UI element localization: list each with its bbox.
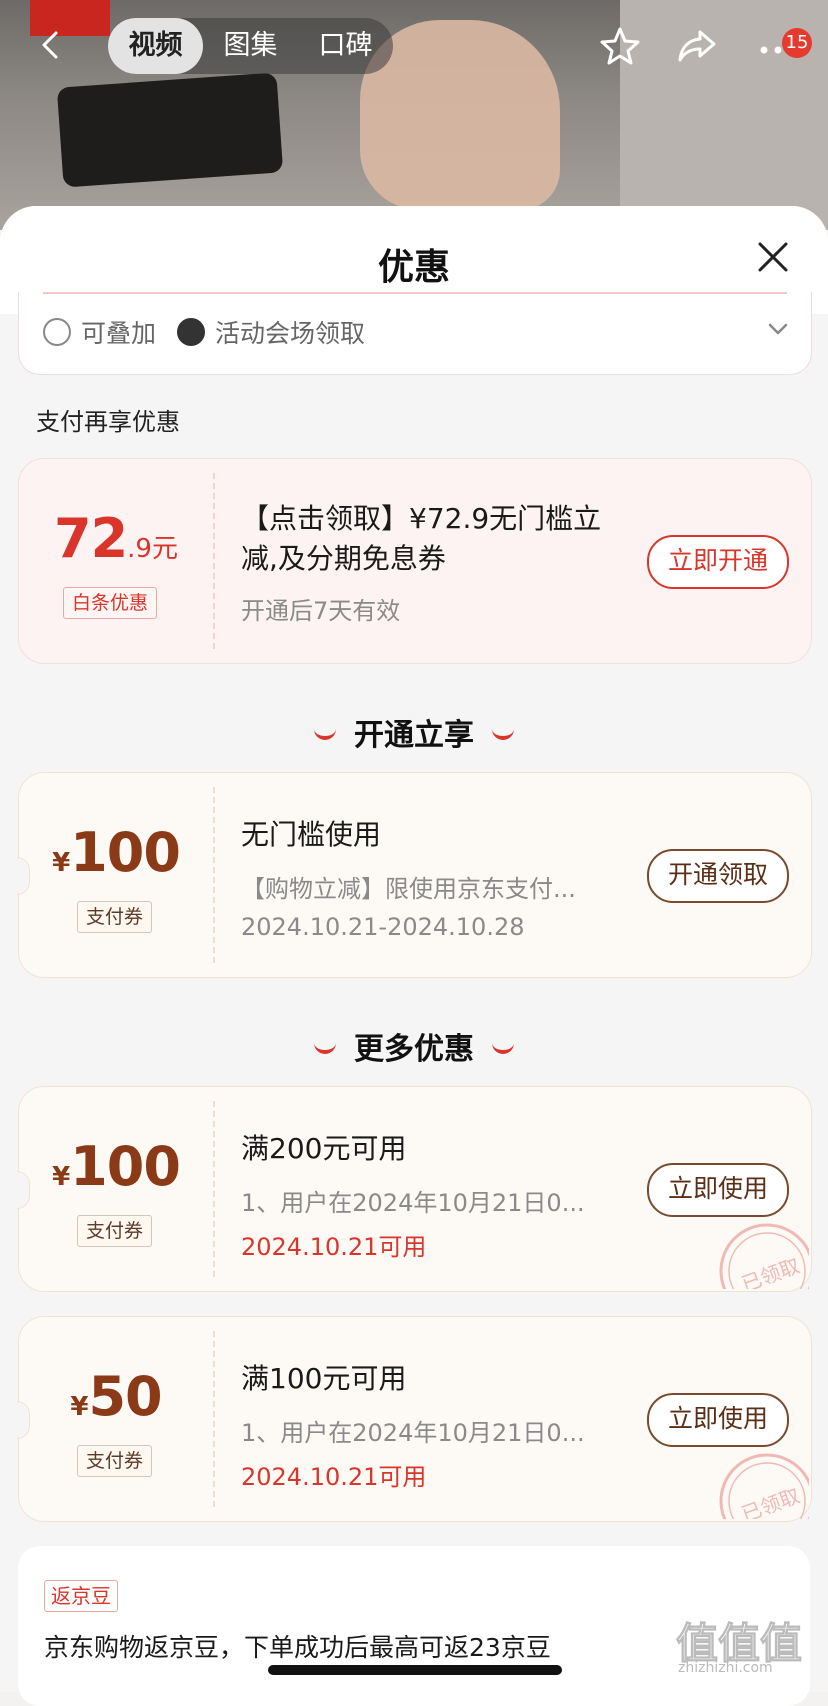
close-icon[interactable] — [756, 240, 790, 274]
coupon-amount: 72.9元 — [54, 507, 178, 570]
tab-reviews[interactable]: 口碑 — [298, 18, 393, 74]
hero-device-shape — [56, 72, 284, 188]
venue-icon — [177, 318, 205, 346]
coupon-desc: 【购物立减】限使用京东支付... — [241, 875, 576, 903]
claimed-stamp-icon: 已领取 — [719, 1223, 809, 1289]
use-now-button[interactable]: 立即使用 — [647, 1163, 789, 1217]
coupon-type-tag: 支付券 — [77, 901, 153, 933]
chevron-down-icon[interactable] — [767, 318, 789, 340]
use-now-button[interactable]: 立即使用 — [647, 1393, 789, 1447]
top-navigation-bar: 视频 图集 口碑 15 — [0, 14, 828, 78]
coupon-amount: ¥100 — [52, 821, 181, 884]
coupon-amount: ¥50 — [70, 1365, 162, 1428]
open-now-button[interactable]: 立即开通 — [647, 535, 789, 589]
coupon-amount: ¥100 — [52, 1135, 181, 1198]
coupon-title: 满200元可用 — [241, 1132, 407, 1165]
coupon-divider — [213, 473, 215, 649]
coupon-date: 2024.10.21可用 — [241, 1463, 427, 1491]
coupon-title: 满100元可用 — [241, 1362, 407, 1395]
coupon-desc: 1、用户在2024年10月21日0... — [241, 1419, 585, 1447]
section-title-open: 开通立享 — [0, 710, 828, 754]
previous-coupon-card[interactable]: 可叠加 活动会场领取 — [18, 292, 812, 375]
open-and-claim-button[interactable]: 开通领取 — [647, 849, 789, 903]
card-top-line — [43, 292, 787, 294]
stack-icon — [43, 318, 71, 346]
coupon-date: 2024.10.21可用 — [241, 1233, 427, 1261]
sheet-title: 优惠 — [377, 247, 450, 288]
watermark-url: zhizhizhi.com — [678, 1660, 773, 1676]
coupon-title: 无门槛使用 — [241, 818, 382, 851]
coupon-type-tag: 支付券 — [77, 1445, 153, 1477]
coupon-dates: 2024.10.21-2024.10.28 — [241, 913, 525, 941]
section-title-more: 更多优惠 — [0, 1024, 828, 1068]
tab-video[interactable]: 视频 — [108, 18, 203, 74]
media-tab-switcher: 视频 图集 口碑 — [108, 18, 393, 74]
section-label-payment: 支付再享优惠 — [36, 408, 180, 436]
baitiao-coupon-card[interactable]: 72.9元 白条优惠 【点击领取】¥72.9无门槛立减,及分期免息券 开通后7天… — [18, 458, 812, 664]
stackable-label: 可叠加 — [81, 319, 157, 348]
discount-sheet: 优惠 可叠加 活动会场领取 支付再享优惠 72.9元 白条优惠 【点击领取】¥7… — [0, 206, 828, 1706]
coupon-type-tag: 支付券 — [77, 1215, 153, 1247]
jingdou-tag: 返京豆 — [44, 1580, 118, 1612]
venue-label: 活动会场领取 — [215, 319, 366, 348]
stackable-chip: 可叠加 — [43, 314, 156, 350]
svg-text:已领取: 已领取 — [738, 1253, 803, 1289]
home-indicator[interactable] — [268, 1665, 562, 1675]
baitiao-tag: 白条优惠 — [63, 587, 158, 619]
coupon-validity: 开通后7天有效 — [241, 597, 401, 625]
coupon-title: 【点击领取】¥72.9无门槛立减,及分期免息券 — [241, 502, 602, 575]
jingdou-text: 京东购物返京豆，下单成功后最高可返23京豆 — [44, 1633, 551, 1662]
venue-chip: 活动会场领取 — [177, 314, 365, 350]
notification-badge: 15 — [782, 28, 812, 58]
svg-text:已领取: 已领取 — [738, 1483, 803, 1519]
coupon-card[interactable]: ¥100 支付券 满200元可用 1、用户在2024年10月21日0... 20… — [17, 1086, 812, 1292]
claimed-stamp-icon: 已领取 — [719, 1453, 809, 1519]
coupon-card[interactable]: ¥50 支付券 满100元可用 1、用户在2024年10月21日0... 202… — [17, 1316, 812, 1522]
coupon-desc: 1、用户在2024年10月21日0... — [241, 1189, 585, 1217]
back-icon[interactable] — [36, 30, 66, 60]
open-coupon-card[interactable]: ¥100 支付券 无门槛使用 【购物立减】限使用京东支付... 2024.10.… — [17, 772, 812, 978]
favorite-star-icon[interactable] — [600, 26, 640, 66]
tab-gallery[interactable]: 图集 — [203, 18, 298, 74]
share-icon[interactable] — [676, 26, 718, 66]
